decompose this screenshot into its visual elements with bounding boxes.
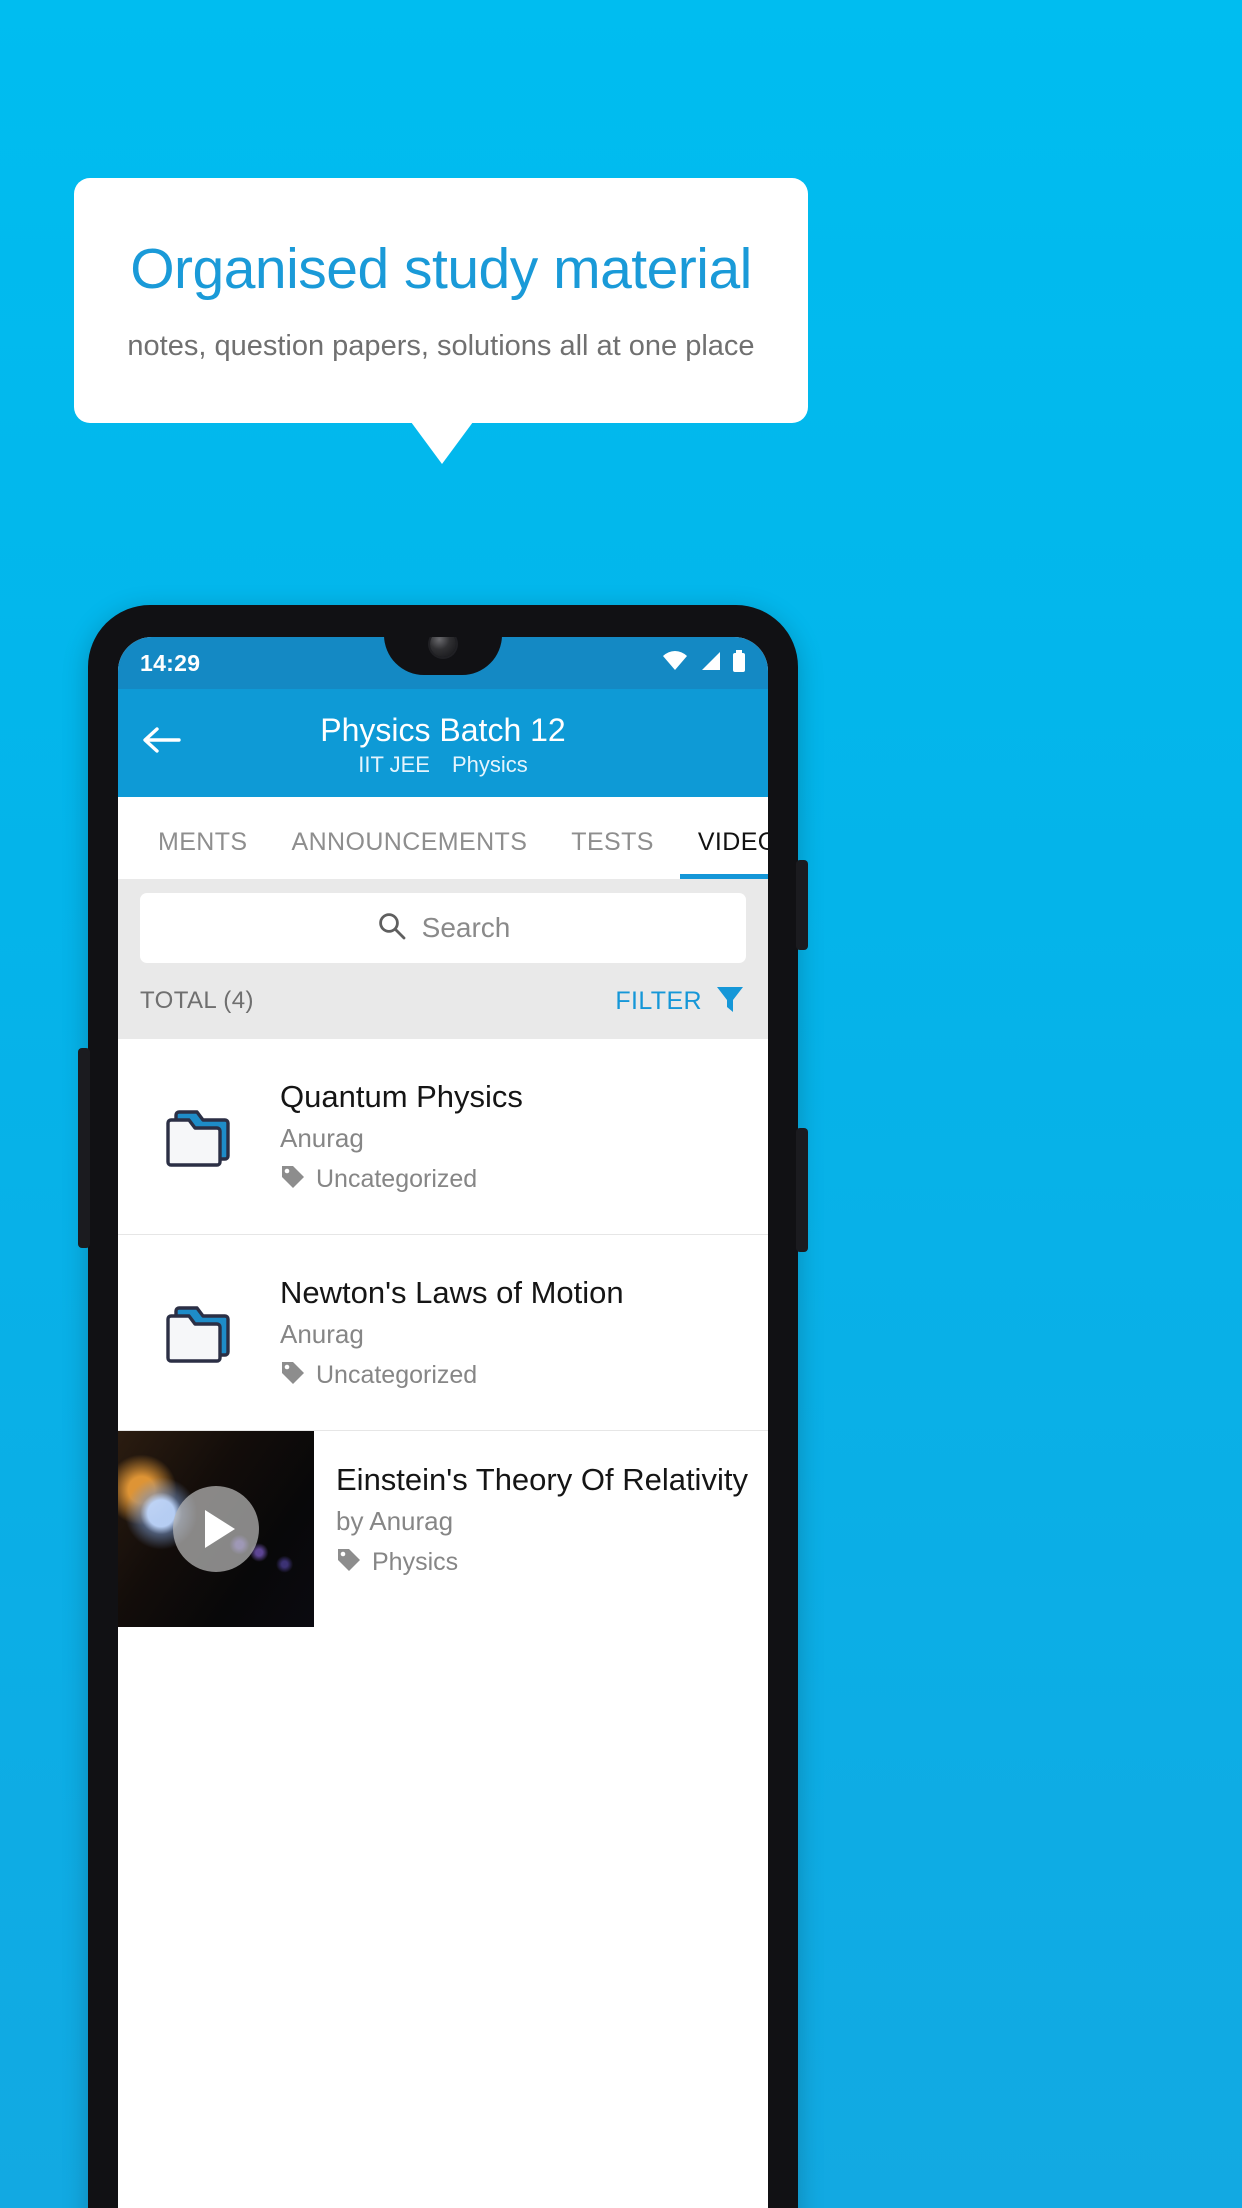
tab-assignments[interactable]: MENTS <box>136 828 270 879</box>
volume-button[interactable] <box>796 1128 808 1252</box>
phone-screen: 14:29 Physics Batch 12 IIT JEE Physics M… <box>118 637 768 2208</box>
list-item-tag-label: Uncategorized <box>316 1361 478 1390</box>
status-icons <box>662 649 746 677</box>
list-item[interactable]: Quantum Physics Anurag Uncategorized <box>118 1039 768 1235</box>
page-title: Physics Batch 12 <box>320 712 566 749</box>
tag-icon <box>280 1360 306 1391</box>
wifi-icon <box>662 650 688 676</box>
status-time: 14:29 <box>140 649 201 676</box>
tab-tests[interactable]: TESTS <box>549 828 676 879</box>
front-camera-icon <box>430 637 456 657</box>
tab-announcements[interactable]: ANNOUNCEMENTS <box>270 828 550 879</box>
list-item-tag-label: Uncategorized <box>316 1165 478 1194</box>
folder-icon <box>118 1300 280 1366</box>
power-button[interactable] <box>796 860 808 950</box>
breadcrumb-course: IIT JEE <box>358 751 430 777</box>
list-item-title: Einstein's Theory Of Relativity <box>336 1462 748 1497</box>
list-item-tag-label: Physics <box>372 1548 459 1577</box>
tab-bar[interactable]: MENTS ANNOUNCEMENTS TESTS VIDEOS <box>118 797 768 879</box>
breadcrumb: IIT JEE Physics <box>118 752 768 778</box>
app-bar: Physics Batch 12 IIT JEE Physics <box>118 689 768 797</box>
promo-title: Organised study material <box>130 236 752 301</box>
assistant-button[interactable] <box>78 1048 90 1248</box>
search-icon <box>376 910 408 947</box>
filter-button-label: FILTER <box>615 986 702 1015</box>
search-zone: Search <box>118 879 768 963</box>
list-item-author: by Anurag <box>336 1506 454 1537</box>
play-icon[interactable] <box>173 1486 259 1572</box>
breadcrumb-subject: Physics <box>451 751 528 777</box>
filter-button[interactable]: FILTER <box>615 983 746 1020</box>
list-item-body: Newton's Laws of Motion Anurag Uncategor… <box>280 1274 642 1391</box>
phone-device: 14:29 Physics Batch 12 IIT JEE Physics M… <box>88 605 798 2208</box>
funnel-icon <box>714 983 746 1020</box>
list-item-title: Quantum Physics <box>280 1078 523 1114</box>
list-item-title: Newton's Laws of Motion <box>280 1274 624 1310</box>
list-item-author: Anurag <box>280 1123 364 1154</box>
app-bar-text: Physics Batch 12 IIT JEE Physics <box>118 708 768 778</box>
list-item-body: Einstein's Theory Of Relativity by Anura… <box>314 1431 766 1627</box>
list-item-body: Quantum Physics Anurag Uncategorized <box>280 1078 541 1195</box>
promo-subtitle: notes, question papers, solutions all at… <box>127 330 755 363</box>
list-item-tag: Physics <box>336 1547 748 1578</box>
display-notch <box>384 637 502 675</box>
promo-screenshot: Organised study material notes, question… <box>0 0 1242 2208</box>
tag-icon <box>336 1547 362 1578</box>
search-input[interactable]: Search <box>140 893 746 963</box>
search-placeholder: Search <box>421 912 511 943</box>
list-item-author: Anurag <box>280 1319 364 1350</box>
battery-icon <box>732 649 746 677</box>
filter-row: TOTAL (4) FILTER <box>118 963 768 1039</box>
callout-tail <box>411 422 473 464</box>
video-thumbnail[interactable] <box>118 1431 314 1627</box>
status-bar: 14:29 <box>118 637 768 689</box>
total-count-label: TOTAL (4) <box>140 987 254 1014</box>
list-item-tag: Uncategorized <box>280 1164 523 1195</box>
signal-icon <box>699 651 721 676</box>
video-list: Quantum Physics Anurag Uncategorized New… <box>118 1039 768 1627</box>
tag-icon <box>280 1164 306 1195</box>
tab-videos[interactable]: VIDEOS <box>676 828 768 879</box>
list-item[interactable]: Einstein's Theory Of Relativity by Anura… <box>118 1431 768 1627</box>
play-triangle <box>204 1510 235 1548</box>
folder-icon <box>118 1104 280 1170</box>
promo-callout: Organised study material notes, question… <box>74 178 808 423</box>
list-item[interactable]: Newton's Laws of Motion Anurag Uncategor… <box>118 1235 768 1431</box>
back-arrow-icon[interactable] <box>138 717 184 763</box>
list-item-tag: Uncategorized <box>280 1360 624 1391</box>
